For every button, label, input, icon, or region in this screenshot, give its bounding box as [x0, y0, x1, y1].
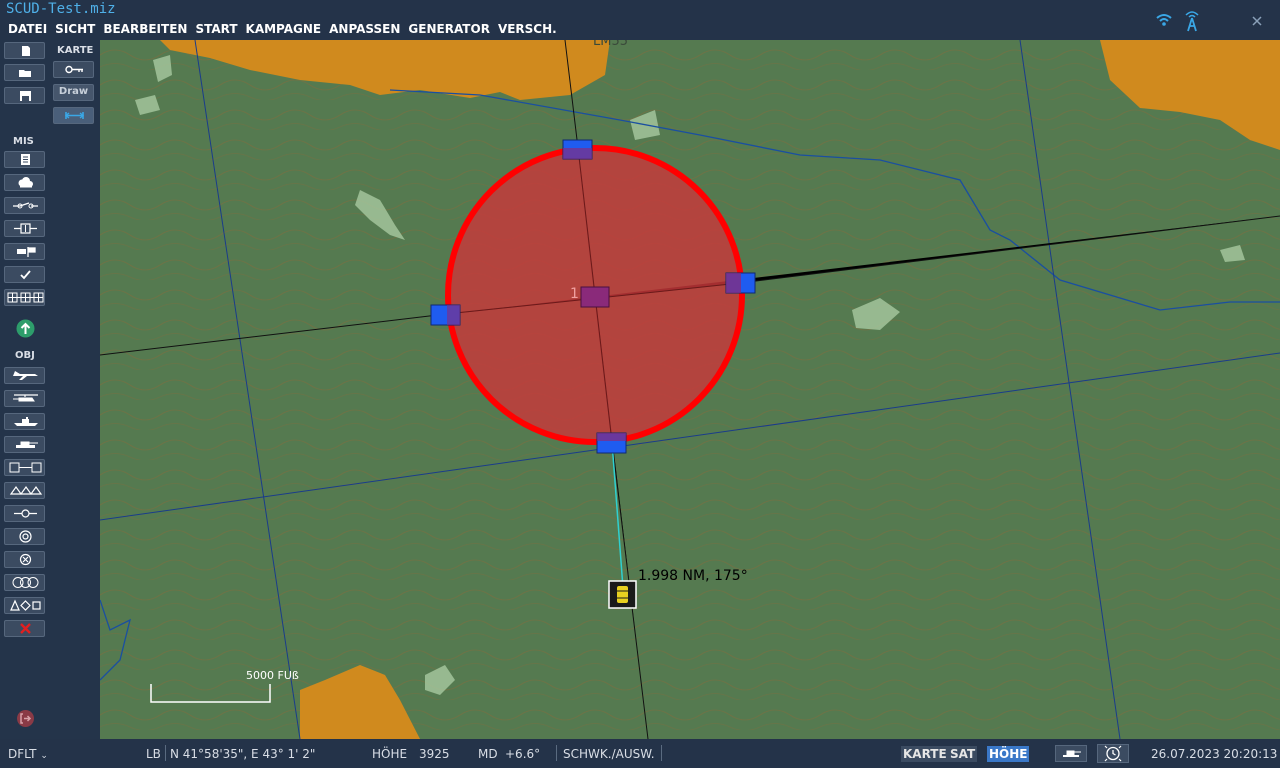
map-key-button[interactable]	[53, 61, 94, 78]
add-rings-button[interactable]	[4, 574, 45, 591]
mission-datetime: 26.07.2023 20:20:13	[1151, 747, 1278, 761]
oil-barrel-icon[interactable]	[608, 580, 637, 609]
map-view[interactable]: LM55 1 1.998 NM, 175° 5000 FUß	[100, 40, 1280, 739]
weather-button[interactable]	[4, 174, 45, 191]
divider	[556, 745, 557, 761]
ruler-button[interactable]	[53, 107, 94, 124]
left-toolbar: KARTE Draw MIS OBJ	[0, 40, 101, 739]
profile-selector[interactable]: DFLT ⌄	[8, 747, 48, 761]
menu-datei[interactable]: DATEI	[4, 21, 51, 38]
grid-square-label: LM55	[593, 40, 629, 49]
app-title: SCUD-Test.miz	[6, 1, 116, 17]
menu-sicht[interactable]: SICHT	[51, 21, 99, 38]
vehicle-view-icon[interactable]	[1055, 745, 1087, 762]
menu-generator[interactable]: GENERATOR	[404, 21, 494, 38]
selected-group-marker[interactable]	[579, 284, 611, 310]
menu-bearbeiten[interactable]: BEARBEITEN	[99, 21, 191, 38]
draw-button[interactable]: Draw	[53, 84, 94, 101]
magnetic-declination-value: +6.6°	[505, 747, 541, 761]
menu-bar: DATEI SICHT BEARBEITEN START KAMPAGNE AN…	[4, 21, 561, 38]
add-plane-button[interactable]	[4, 367, 45, 384]
goals-button[interactable]	[4, 243, 45, 260]
save-file-button[interactable]	[4, 87, 45, 104]
profile-value: DFLT	[8, 747, 37, 761]
close-icon[interactable]	[1250, 14, 1264, 28]
altitude-value: 3925	[419, 747, 450, 761]
karte-section-label: KARTE	[57, 45, 94, 56]
add-target-button[interactable]	[4, 528, 45, 545]
menu-versch[interactable]: VERSCH.	[494, 21, 561, 38]
unit-marker-north[interactable]	[562, 138, 594, 162]
distance-bearing-label: 1.998 NM, 175°	[638, 568, 748, 584]
add-airfield-button[interactable]	[4, 505, 45, 522]
draw-button-label: Draw	[58, 86, 89, 97]
divider	[661, 745, 662, 761]
unit-marker-west[interactable]	[430, 304, 462, 328]
add-helicopter-button[interactable]	[4, 390, 45, 407]
menu-anpassen[interactable]: ANPASSEN	[325, 21, 404, 38]
new-file-button[interactable]	[4, 42, 45, 59]
magnetic-declination-label: MD	[478, 747, 498, 761]
add-nav-point-button[interactable]	[4, 551, 45, 568]
delete-button[interactable]	[4, 620, 45, 637]
add-template-button[interactable]	[4, 482, 45, 499]
divider	[165, 745, 166, 761]
scale-bar-label: 5000 FUß	[246, 669, 299, 682]
title-bar: SCUD-Test.miz DATEI SICHT BEARBEITEN STA…	[0, 0, 1280, 40]
mis-section-label: MIS	[13, 136, 34, 147]
mode-label: SCHWK./AUSW.	[563, 747, 655, 761]
clock-settings-icon[interactable]	[1097, 744, 1129, 763]
obj-section-label: OBJ	[15, 350, 35, 361]
layer-sat-button[interactable]: SAT	[948, 746, 978, 762]
check-button[interactable]	[4, 266, 45, 283]
add-ship-button[interactable]	[4, 413, 45, 430]
add-shapes-button[interactable]	[4, 597, 45, 614]
unit-marker-east[interactable]	[725, 272, 757, 296]
add-vehicle-button[interactable]	[4, 436, 45, 453]
terrain-layer	[100, 40, 1280, 739]
wifi-icon[interactable]	[1155, 11, 1173, 29]
cursor-coordinates: N 41°58'35", E 43° 1' 2"	[170, 747, 316, 761]
layer-hoehe-button[interactable]: HÖHE	[987, 746, 1030, 762]
menu-kampagne[interactable]: KAMPAGNE	[242, 21, 326, 38]
scale-bar	[150, 684, 271, 703]
menu-start[interactable]: START	[191, 21, 241, 38]
mission-options-button[interactable]	[4, 289, 45, 306]
add-static-object-button[interactable]	[4, 459, 45, 476]
unit-marker-south[interactable]	[596, 431, 628, 455]
chevron-down-icon: ⌄	[40, 751, 48, 761]
coord-type-label: LB	[146, 747, 161, 761]
altitude-label: HÖHE	[372, 747, 408, 761]
briefing-button[interactable]	[4, 151, 45, 168]
group-number-label: 1	[570, 286, 579, 302]
trigger-zone-button[interactable]	[4, 220, 45, 237]
layer-karte-button[interactable]: KARTE	[901, 746, 949, 762]
status-bar: DFLT ⌄ LB N 41°58'35", E 43° 1' 2" HÖHE …	[0, 739, 1280, 768]
exit-icon[interactable]	[16, 709, 35, 728]
open-file-button[interactable]	[4, 64, 45, 81]
upload-icon[interactable]	[16, 319, 35, 338]
antenna-icon[interactable]	[1183, 10, 1201, 32]
triggers-button[interactable]	[4, 197, 45, 214]
